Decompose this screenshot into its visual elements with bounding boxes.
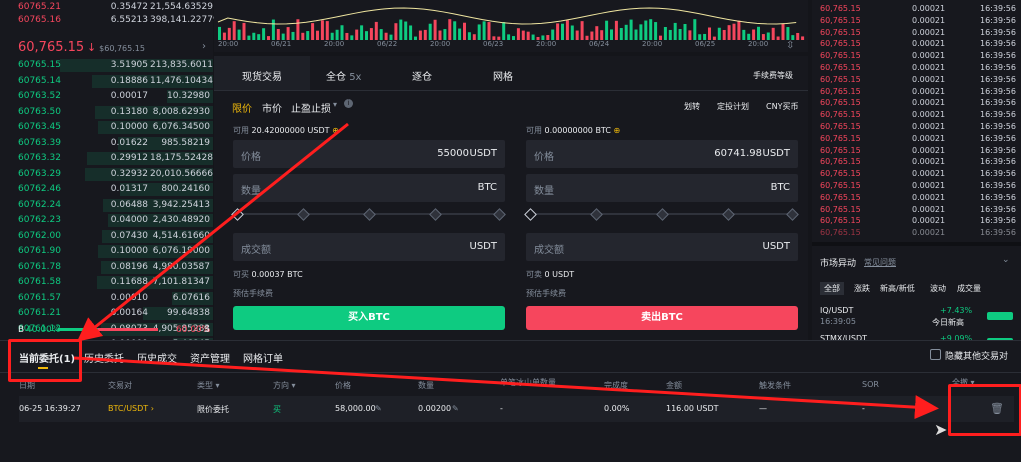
arrow-to-open-orders <box>76 122 349 342</box>
arrow-to-delete <box>73 356 939 420</box>
cursor-icon: ➤ <box>934 420 948 439</box>
annotation-arrows <box>73 122 939 420</box>
